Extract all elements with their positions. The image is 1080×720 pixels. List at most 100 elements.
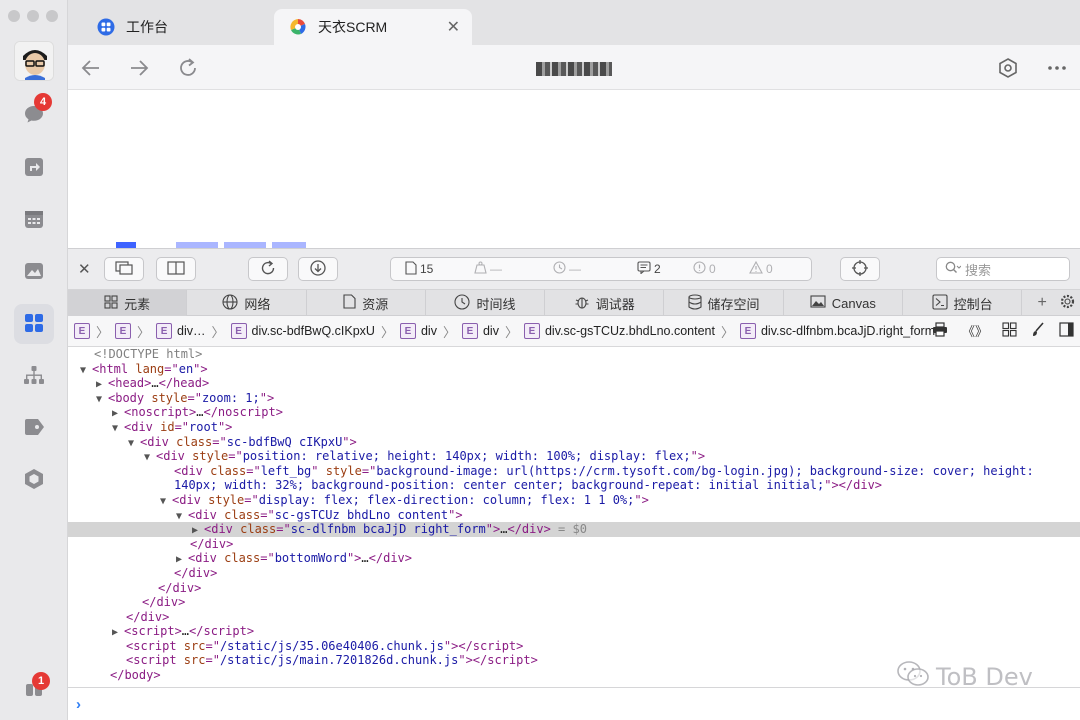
closing-tag[interactable]: </div> xyxy=(68,537,1080,552)
avatar[interactable] xyxy=(14,41,54,81)
breadcrumb-item-selected[interactable]: Ediv.sc-dlfnbm.bcaJjD.right_form xyxy=(739,323,935,339)
undock-button[interactable] xyxy=(104,257,144,281)
extension-hex-icon[interactable] xyxy=(995,55,1021,81)
doctype-node[interactable]: <!DOCTYPE html> xyxy=(68,347,1080,362)
tab-workbench[interactable]: 工作台 xyxy=(82,9,272,45)
more-dots-icon[interactable] xyxy=(1044,55,1070,81)
undock-icon xyxy=(115,260,133,278)
back-arrow-icon[interactable] xyxy=(78,55,104,81)
breadcrumb-item[interactable]: Ediv.sc-bdfBwQ.cIKpxU xyxy=(230,323,375,339)
gallery-nav[interactable] xyxy=(14,252,54,292)
reload-page-button[interactable] xyxy=(248,257,288,281)
tab-scrm[interactable]: 天衣SCRM ✕ xyxy=(274,9,472,45)
window-controls xyxy=(8,10,58,22)
download-button[interactable] xyxy=(298,257,338,281)
resources-count[interactable]: 15 xyxy=(405,260,470,278)
dock-side-button[interactable] xyxy=(156,257,196,281)
breadcrumb: E 〉 E 〉 Ediv… 〉 Ediv.sc-bdfBwQ.cIKpxU 〉 … xyxy=(68,316,1080,347)
script-node[interactable]: ▶ <script>…</script> xyxy=(68,624,1080,639)
brush-icon[interactable] xyxy=(1031,321,1045,340)
left-bg-node-wrap[interactable]: 140px; width: 32%; background-position: … xyxy=(68,478,1080,493)
layout-grid-icon[interactable] xyxy=(1002,321,1017,340)
tab-timeline[interactable]: 时间线 xyxy=(426,290,546,316)
shadow-dom-icon[interactable]: 《》 xyxy=(962,321,988,340)
tab-storage[interactable]: 储存空间 xyxy=(664,290,784,316)
zoom-window-button[interactable] xyxy=(46,10,58,22)
selected-node[interactable]: ▶ <div class="sc-dlfnbm bcaJjD right_form… xyxy=(68,522,1080,537)
breadcrumb-item[interactable]: Ediv xyxy=(399,323,437,339)
noscript-node[interactable]: ▶ <noscript>…</noscript> xyxy=(68,405,1080,420)
breadcrumb-html[interactable]: E xyxy=(74,323,90,339)
closing-tag[interactable]: </div> xyxy=(68,595,1080,610)
breadcrumb-item[interactable]: Ediv… xyxy=(156,323,206,339)
page-viewport[interactable] xyxy=(68,90,1080,248)
closing-tag[interactable]: </div> xyxy=(68,581,1080,596)
bottom-word-node[interactable]: ▶ <div class="bottomWord">…</div> xyxy=(68,551,1080,566)
closing-tag[interactable]: </div> xyxy=(68,566,1080,581)
clock-icon xyxy=(454,293,471,313)
tag-icon xyxy=(23,416,45,441)
breadcrumb-body[interactable]: E xyxy=(115,323,132,339)
calendar-nav[interactable] xyxy=(14,200,54,240)
script-src-node[interactable]: <script src="/static/js/35.06e40406.chun… xyxy=(68,639,1080,654)
tab-debugger[interactable]: 调试器 xyxy=(545,290,665,316)
breadcrumb-item[interactable]: Ediv.sc-gsTCUz.bhdLno.content xyxy=(523,323,715,339)
tab-canvas[interactable]: Canvas xyxy=(784,290,903,316)
chat-nav[interactable]: 4 xyxy=(14,93,54,135)
tab-elements[interactable]: 元素 xyxy=(68,290,188,316)
add-tab-button[interactable]: + xyxy=(1030,290,1054,316)
resource-counts: 15 — — 2 0 0 xyxy=(390,257,812,281)
close-window-button[interactable] xyxy=(8,10,20,22)
network-count[interactable]: — xyxy=(474,261,539,277)
chevron-right-icon: 〉 xyxy=(380,324,394,340)
reload-icon[interactable] xyxy=(175,55,201,81)
timeline-count[interactable]: — xyxy=(553,261,633,277)
forward-arrow-icon[interactable] xyxy=(126,55,152,81)
errors-count[interactable]: 0 xyxy=(693,261,745,277)
error-circle-icon xyxy=(693,261,706,277)
tab-network[interactable]: 网络 xyxy=(187,290,307,316)
weight-icon xyxy=(474,261,487,277)
forward-nav[interactable] xyxy=(14,148,54,188)
more-apps-nav[interactable]: 1 xyxy=(14,668,54,708)
workbench-nav[interactable] xyxy=(14,304,54,344)
tab-resources[interactable]: 资源 xyxy=(307,290,426,316)
column-div-node[interactable]: ▼ <div style="display: flex; flex-directi… xyxy=(68,493,1080,508)
browser-toolbar xyxy=(68,45,1080,90)
document-icon xyxy=(405,260,417,278)
html-node[interactable]: ▼ <html lang="en"> xyxy=(68,362,1080,377)
sidebar-toggle-icon[interactable] xyxy=(1059,321,1074,340)
close-tab-icon[interactable]: ✕ xyxy=(447,17,460,37)
outer-div-node[interactable]: ▼ <div class="sc-bdfBwQ cIKpxU"> xyxy=(68,435,1080,450)
tag-nav[interactable] xyxy=(14,408,54,448)
body-node[interactable]: ▼ <body style="zoom: 1;"> xyxy=(68,391,1080,406)
grid-apps-icon xyxy=(23,312,45,337)
devtools-search-input[interactable]: 搜索 xyxy=(936,257,1070,281)
print-icon[interactable] xyxy=(932,321,948,340)
closing-tag[interactable]: </div> xyxy=(68,610,1080,625)
chevron-right-icon: 〉 xyxy=(96,324,110,340)
messages-count[interactable]: 2 xyxy=(637,261,689,277)
element-node-icon: E xyxy=(74,323,90,339)
inspect-element-button[interactable] xyxy=(840,257,880,281)
flex-div-node[interactable]: ▼ <div style="position: relative; height:… xyxy=(68,449,1080,464)
devtools-settings-button[interactable] xyxy=(1054,290,1080,316)
warning-triangle-icon xyxy=(749,260,763,277)
browser-tab-strip: 工作台 天衣SCRM ✕ xyxy=(68,0,1080,45)
head-node[interactable]: ▶ <head>…</head> xyxy=(68,376,1080,391)
tab-console[interactable]: 控制台 xyxy=(903,290,1023,316)
plugin-nav[interactable] xyxy=(14,460,54,500)
breadcrumb-item[interactable]: Ediv xyxy=(461,323,499,339)
root-node[interactable]: ▼ <div id="root"> xyxy=(68,420,1080,435)
element-tools: 《》 xyxy=(932,321,1074,340)
left-bg-node[interactable]: <div class="left_bg" style="background-i… xyxy=(68,464,1080,479)
tab-label: 工作台 xyxy=(126,19,168,35)
org-nav[interactable] xyxy=(14,356,54,396)
minimize-window-button[interactable] xyxy=(27,10,39,22)
dom-tree[interactable]: <!DOCTYPE html> ▼ <html lang="en"> ▶ <head… xyxy=(68,347,1080,687)
chevron-right-icon: 〉 xyxy=(211,324,225,340)
content-div-node[interactable]: ▼ <div class="sc-gsTCUz bhdLno content"> xyxy=(68,508,1080,523)
chevron-right-icon: 〉 xyxy=(442,324,456,340)
warnings-count[interactable]: 0 xyxy=(749,260,801,277)
close-devtools-icon[interactable]: ✕ xyxy=(78,260,91,278)
